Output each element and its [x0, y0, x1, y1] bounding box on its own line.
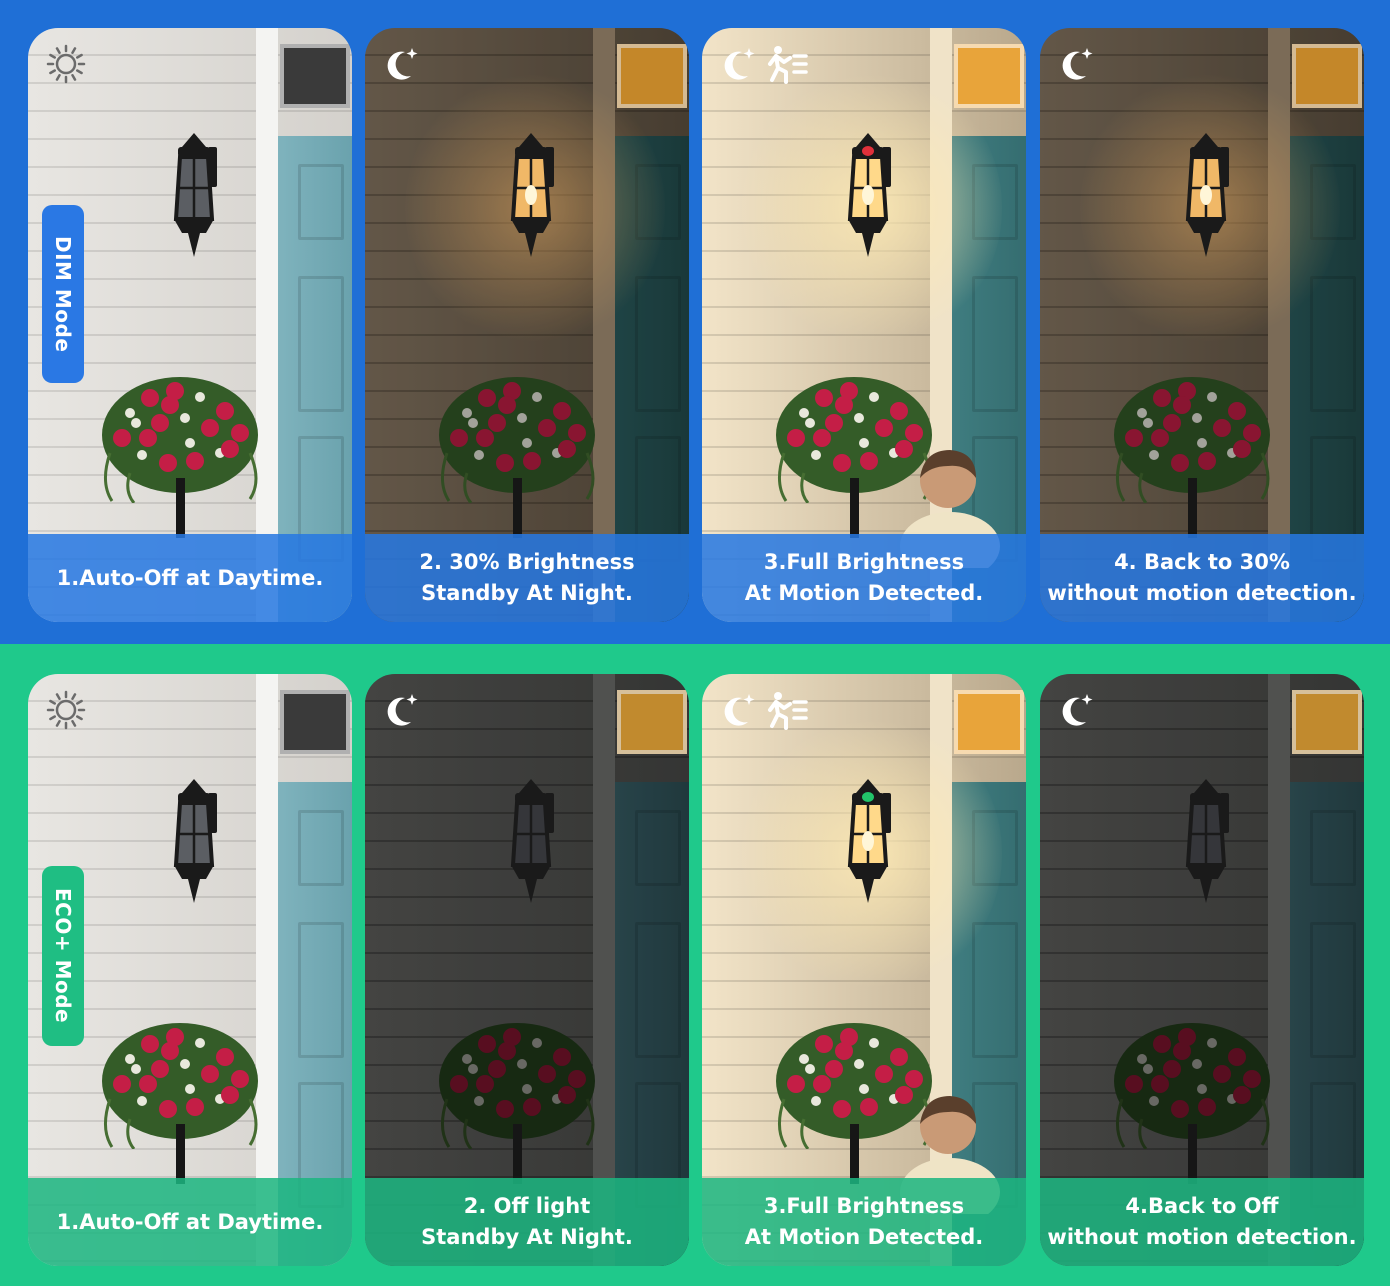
- caption-text: 2. Off light Standby At Night.: [421, 1191, 633, 1253]
- moon-icon: [718, 688, 758, 736]
- caption-text: 1.Auto-Off at Daytime.: [57, 1207, 324, 1238]
- motion-icon: [762, 688, 808, 736]
- card-caption: 2. 30% Brightness Standby At Night.: [365, 534, 689, 622]
- sun-icon: [44, 42, 88, 90]
- wall-lantern: [1180, 779, 1232, 907]
- mode-label-text: ECO+ Mode: [51, 888, 75, 1024]
- dim-mode-section: 1.Auto-Off at Daytime. 2. 30% Brightness S…: [0, 0, 1390, 644]
- mode-card-3: 3.Full Brightness At Motion Detected.: [702, 674, 1026, 1266]
- moon-icon: [381, 42, 421, 90]
- caption-line: 4. Back to 30%: [1114, 550, 1290, 574]
- sensor-indicator: [862, 792, 874, 802]
- caption-line: 4.Back to Off: [1125, 1194, 1279, 1218]
- plant-post: [176, 478, 185, 538]
- caption-line: Standby At Night.: [421, 1225, 633, 1249]
- moon-icon: [718, 42, 758, 90]
- sensor-indicator: [862, 146, 874, 156]
- moon-icon: [381, 688, 421, 736]
- wall-lantern: [168, 779, 220, 907]
- card-caption: 4.Back to Off without motion detection.: [1040, 1178, 1364, 1266]
- transom-window: [280, 44, 350, 108]
- caption-line: Standby At Night.: [421, 581, 633, 605]
- mode-card-2: 2. 30% Brightness Standby At Night.: [365, 28, 689, 622]
- eco-mode-label: ECO+ Mode: [42, 866, 84, 1046]
- status-icons: [1056, 690, 1096, 734]
- card-caption: 1.Auto-Off at Daytime.: [28, 534, 352, 622]
- status-icons: [718, 44, 808, 88]
- wall-lantern: [168, 133, 220, 261]
- mode-card-4: 4.Back to Off without motion detection.: [1040, 674, 1364, 1266]
- caption-line: 1.Auto-Off at Daytime.: [56, 1209, 324, 1234]
- eco-mode-section: 1.Auto-Off at Daytime. 2. Off light Standb…: [0, 644, 1390, 1286]
- card-caption: 3.Full Brightness At Motion Detected.: [702, 534, 1026, 622]
- status-icons: [381, 690, 421, 734]
- mode-label-text: DIM Mode: [51, 235, 75, 353]
- scene-tint: [365, 28, 689, 622]
- door-panel: [972, 276, 1018, 412]
- status-icons: [44, 44, 88, 88]
- transom-window: [954, 690, 1024, 754]
- card-caption: 4. Back to 30% without motion detection.: [1040, 534, 1364, 622]
- caption-text: 4. Back to 30% without motion detection.: [1047, 547, 1356, 609]
- plant-post: [176, 1124, 185, 1184]
- scene-background: [365, 28, 689, 622]
- mode-card-2: 2. Off light Standby At Night.: [365, 674, 689, 1266]
- door-panel: [298, 276, 344, 412]
- status-icons: [1056, 44, 1096, 88]
- caption-line: 3.Full Brightness: [763, 1194, 965, 1218]
- caption-text: 1.Auto-Off at Daytime.: [57, 563, 324, 594]
- plant-post: [513, 1124, 522, 1184]
- caption-text: 4.Back to Off without motion detection.: [1047, 1191, 1356, 1253]
- transom-window: [954, 44, 1024, 108]
- wall-lantern: [505, 133, 557, 261]
- scene-background: [1040, 28, 1364, 622]
- transom-window: [280, 690, 350, 754]
- caption-text: 3.Full Brightness At Motion Detected.: [745, 1191, 984, 1253]
- card-caption: 3.Full Brightness At Motion Detected.: [702, 1178, 1026, 1266]
- moon-icon: [1056, 42, 1096, 90]
- caption-line: 3.Full Brightness: [763, 550, 965, 574]
- status-icons: [718, 690, 808, 734]
- plant-post: [513, 478, 522, 538]
- motion-icon: [762, 42, 808, 90]
- dim-mode-label: DIM Mode: [42, 205, 84, 383]
- plant-post: [1188, 1124, 1197, 1184]
- wall-lantern: [505, 779, 557, 907]
- caption-text: 3.Full Brightness At Motion Detected.: [745, 547, 984, 609]
- door-panel: [298, 164, 344, 240]
- caption-line: At Motion Detected.: [744, 581, 984, 605]
- door-panel: [972, 922, 1018, 1058]
- door-panel: [298, 922, 344, 1058]
- caption-line: 1.Auto-Off at Daytime.: [56, 565, 324, 590]
- caption-line: 2. Off light: [463, 1194, 591, 1218]
- door-trim: [256, 28, 278, 622]
- caption-line: without motion detection.: [1047, 1225, 1357, 1249]
- card-caption: 1.Auto-Off at Daytime.: [28, 1178, 352, 1266]
- status-icons: [381, 44, 421, 88]
- mode-card-3: 3.Full Brightness At Motion Detected.: [702, 28, 1026, 622]
- status-icons: [44, 690, 88, 734]
- plant-post: [850, 478, 859, 538]
- caption-line: 2. 30% Brightness: [419, 550, 635, 574]
- caption-text: 2. 30% Brightness Standby At Night.: [419, 547, 634, 609]
- mode-card-4: 4. Back to 30% without motion detection.: [1040, 28, 1364, 622]
- caption-line: At Motion Detected.: [744, 1225, 984, 1249]
- scene-tint: [1040, 28, 1364, 622]
- plant-post: [1188, 478, 1197, 538]
- wall-lantern: [1180, 133, 1232, 261]
- caption-line: without motion detection.: [1047, 581, 1357, 605]
- moon-icon: [1056, 688, 1096, 736]
- plant-post: [850, 1124, 859, 1184]
- door-panel: [298, 810, 344, 886]
- sun-icon: [44, 688, 88, 736]
- card-caption: 2. Off light Standby At Night.: [365, 1178, 689, 1266]
